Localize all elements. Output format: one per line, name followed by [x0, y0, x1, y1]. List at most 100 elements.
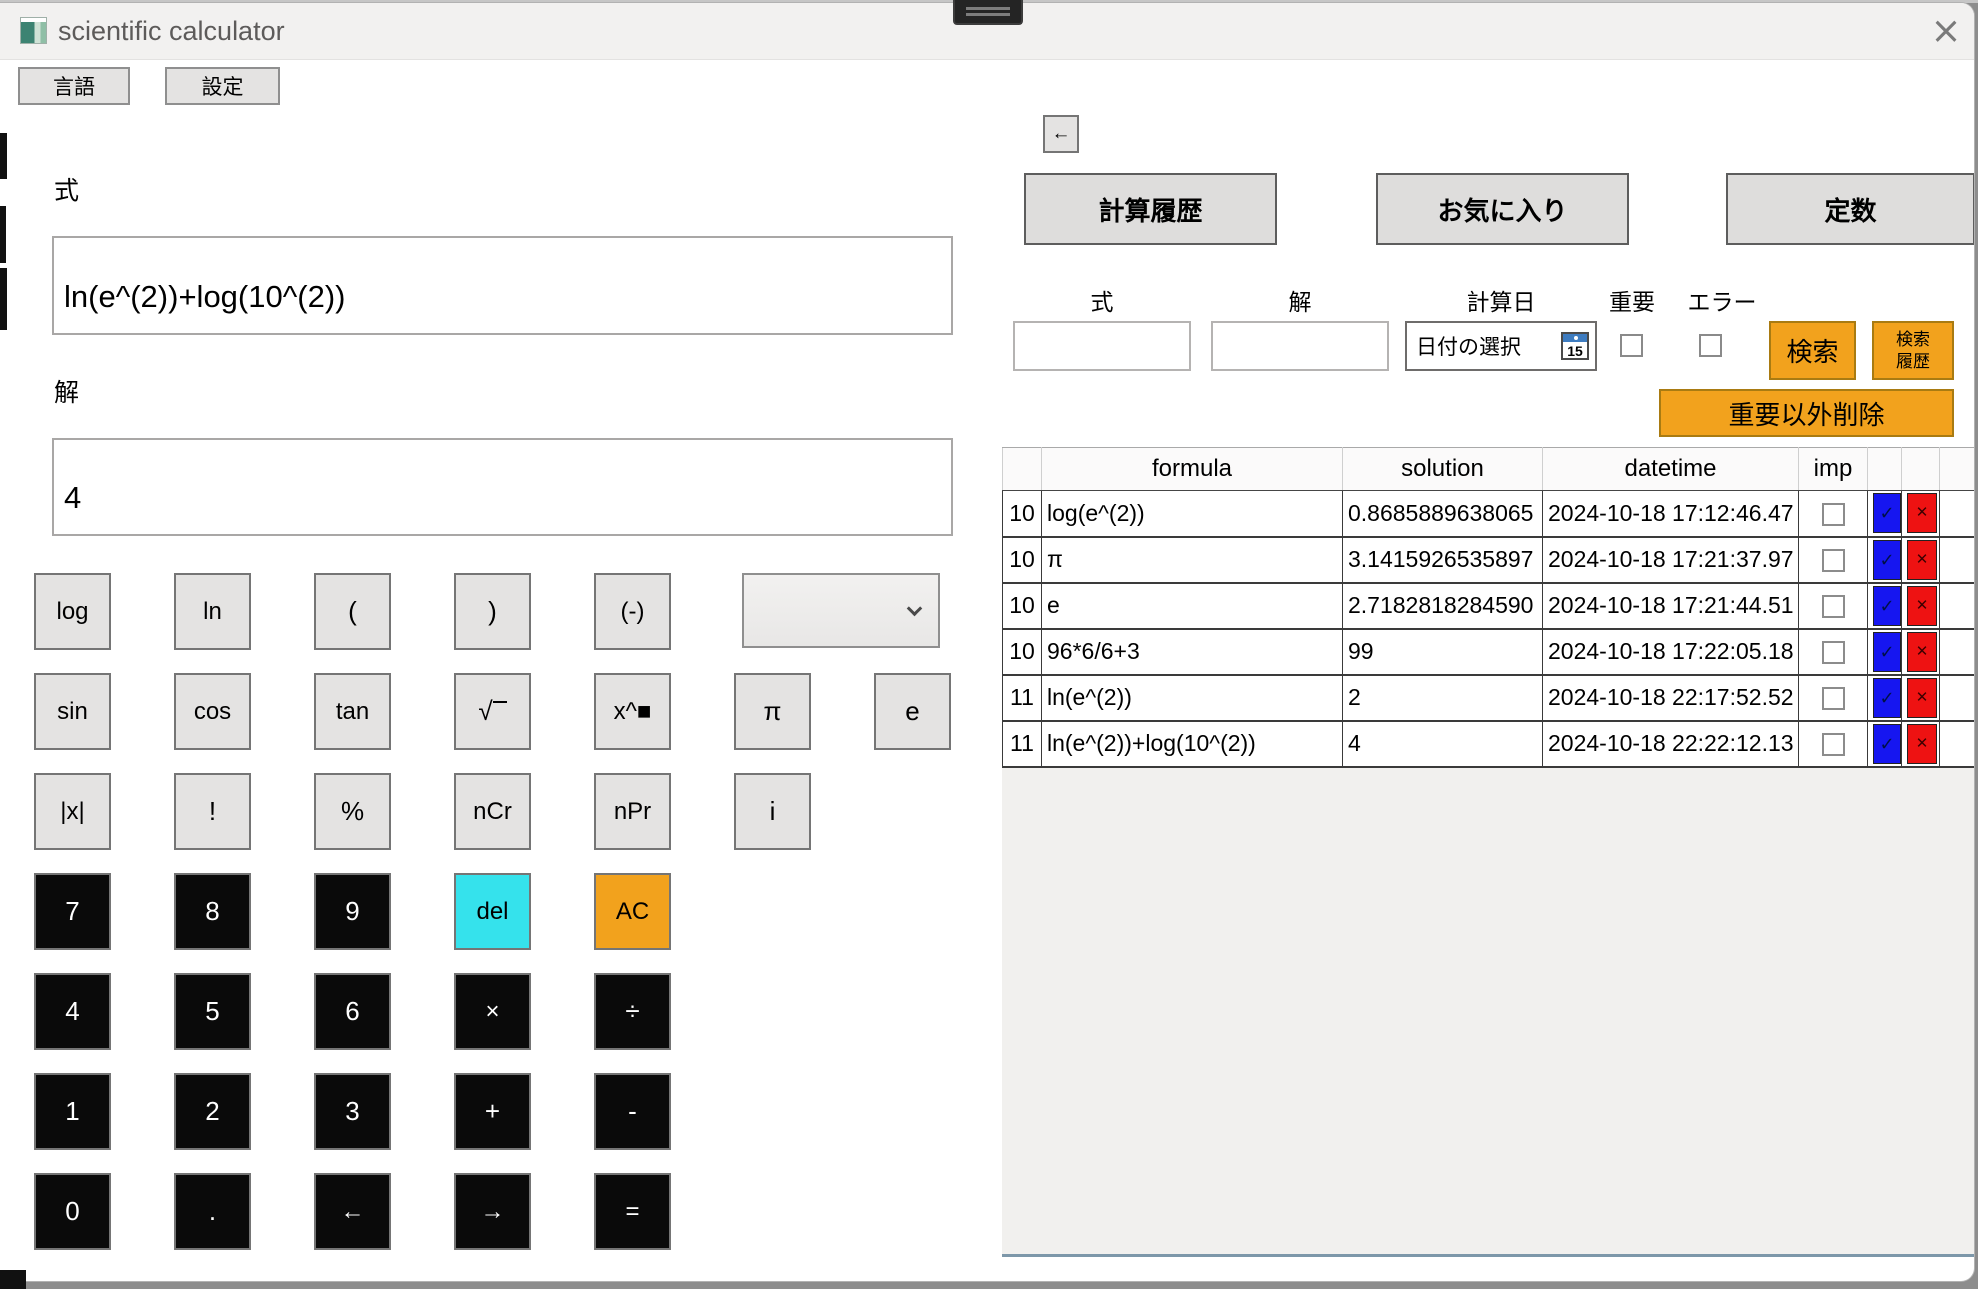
row-important-checkbox[interactable] — [1822, 687, 1845, 710]
key-sqrt[interactable]: √ — [454, 673, 531, 750]
key-9[interactable]: 9 — [314, 873, 391, 950]
date-picker-placeholder: 日付の選択 — [1416, 331, 1521, 361]
row-solution: 0.8685889638065 — [1343, 491, 1543, 537]
settings-button[interactable]: 設定 — [165, 67, 280, 105]
key-divide[interactable]: ÷ — [594, 973, 671, 1050]
row-formula: 96*6/6+3 — [1042, 629, 1343, 675]
row-delete-button[interactable]: ✕ — [1907, 632, 1937, 672]
key-delete[interactable]: del — [454, 873, 531, 950]
key-ncr[interactable]: nCr — [454, 773, 531, 850]
row-confirm-button[interactable]: ✓ — [1873, 724, 1901, 764]
row-important-checkbox[interactable] — [1822, 641, 1845, 664]
row-number: 10 — [1003, 629, 1042, 675]
key-pi[interactable]: π — [734, 673, 811, 750]
key-3[interactable]: 3 — [314, 1073, 391, 1150]
search-formula-label: 式 — [1013, 283, 1191, 317]
window-handle[interactable] — [953, 0, 1023, 25]
search-formula-input[interactable] — [1013, 321, 1191, 371]
key-ln[interactable]: ln — [174, 573, 251, 650]
search-button[interactable]: 検索 — [1769, 321, 1856, 380]
key-npr[interactable]: nPr — [594, 773, 671, 850]
key-sin[interactable]: sin — [34, 673, 111, 750]
error-filter-checkbox[interactable] — [1699, 334, 1722, 357]
favorites-tab-button[interactable]: お気に入り — [1376, 173, 1629, 245]
key-open-paren[interactable]: ( — [314, 573, 391, 650]
calc-history-tab-button[interactable]: 計算履歴 — [1024, 173, 1277, 245]
search-solution-input[interactable] — [1211, 321, 1389, 371]
key-4[interactable]: 4 — [34, 973, 111, 1050]
key-log[interactable]: log — [34, 573, 111, 650]
row-solution: 2 — [1343, 675, 1543, 721]
row-formula: ln(e^(2))+log(10^(2)) — [1042, 721, 1343, 767]
row-delete-button[interactable]: ✕ — [1907, 540, 1937, 580]
key-6[interactable]: 6 — [314, 973, 391, 1050]
row-confirm-button[interactable]: ✓ — [1873, 678, 1901, 718]
row-extra-cell — [1940, 583, 1975, 629]
key-5[interactable]: 5 — [174, 973, 251, 1050]
key-multiply[interactable]: × — [454, 973, 531, 1050]
window-title: scientific calculator — [58, 16, 285, 47]
key-equals[interactable]: = — [594, 1173, 671, 1250]
row-important-checkbox[interactable] — [1822, 733, 1845, 756]
constants-tab-button[interactable]: 定数 — [1726, 173, 1975, 245]
close-icon[interactable]: × — [1922, 7, 1970, 55]
key-power[interactable]: x^■ — [594, 673, 671, 750]
desktop-artifact — [0, 133, 7, 179]
row-important-checkbox[interactable] — [1822, 503, 1845, 526]
row-confirm-button[interactable]: ✓ — [1873, 586, 1901, 626]
key-cursor-left[interactable]: ← — [314, 1173, 391, 1250]
chevron-down-icon — [907, 601, 923, 617]
key-1[interactable]: 1 — [34, 1073, 111, 1150]
important-filter-checkbox[interactable] — [1620, 334, 1643, 357]
back-button[interactable]: ← — [1043, 115, 1079, 153]
row-formula: log(e^(2)) — [1042, 491, 1343, 537]
header-datetime: datetime — [1543, 448, 1799, 491]
formula-label: 式 — [54, 171, 79, 207]
key-factorial[interactable]: ! — [174, 773, 251, 850]
key-tan[interactable]: tan — [314, 673, 391, 750]
search-history-button[interactable]: 検索履歴 — [1872, 321, 1954, 380]
row-confirm-button[interactable]: ✓ — [1873, 493, 1901, 533]
calendar-icon: 15 — [1561, 332, 1589, 360]
key-8[interactable]: 8 — [174, 873, 251, 950]
function-dropdown[interactable] — [742, 573, 940, 648]
header-formula: formula — [1042, 448, 1343, 491]
key-close-paren[interactable]: ) — [454, 573, 531, 650]
formula-input[interactable]: ln(e^(2))+log(10^(2)) — [52, 236, 953, 335]
row-formula: e — [1042, 583, 1343, 629]
row-confirm-button[interactable]: ✓ — [1873, 632, 1901, 672]
table-row: 10 log(e^(2)) 0.8685889638065 2024-10-18… — [1003, 491, 1975, 537]
language-button[interactable]: 言語 — [18, 67, 130, 105]
row-delete-button[interactable]: ✕ — [1907, 493, 1937, 533]
row-delete-button[interactable]: ✕ — [1907, 678, 1937, 718]
key-7[interactable]: 7 — [34, 873, 111, 950]
table-row: 11 ln(e^(2)) 2 2024-10-18 22:17:52.52 ✓ … — [1003, 675, 1975, 721]
key-percent[interactable]: % — [314, 773, 391, 850]
table-row: 10 96*6/6+3 99 2024-10-18 17:22:05.18 ✓ … — [1003, 629, 1975, 675]
key-imaginary[interactable]: i — [734, 773, 811, 850]
key-2[interactable]: 2 — [174, 1073, 251, 1150]
row-datetime: 2024-10-18 17:12:46.47 — [1543, 491, 1799, 537]
key-cos[interactable]: cos — [174, 673, 251, 750]
key-cursor-right[interactable]: → — [454, 1173, 531, 1250]
key-e[interactable]: e — [874, 673, 951, 750]
row-number: 10 — [1003, 491, 1042, 537]
delete-unimportant-button[interactable]: 重要以外削除 — [1659, 389, 1954, 437]
key-0[interactable]: 0 — [34, 1173, 111, 1250]
date-picker[interactable]: 日付の選択 15 — [1405, 321, 1597, 371]
key-plus[interactable]: + — [454, 1073, 531, 1150]
row-important-checkbox[interactable] — [1822, 549, 1845, 572]
row-delete-button[interactable]: ✕ — [1907, 586, 1937, 626]
key-abs[interactable]: |x| — [34, 773, 111, 850]
key-dot[interactable]: . — [174, 1173, 251, 1250]
key-negate[interactable]: (-) — [594, 573, 671, 650]
header-check — [1868, 448, 1902, 491]
table-row: 10 π 3.1415926535897 2024-10-18 17:21:37… — [1003, 537, 1975, 583]
row-confirm-button[interactable]: ✓ — [1873, 540, 1901, 580]
row-important-checkbox[interactable] — [1822, 595, 1845, 618]
row-datetime: 2024-10-18 22:22:12.13 — [1543, 721, 1799, 767]
row-delete-button[interactable]: ✕ — [1907, 724, 1937, 764]
key-minus[interactable]: - — [594, 1073, 671, 1150]
solution-input[interactable]: 4 — [52, 438, 953, 536]
key-all-clear[interactable]: AC — [594, 873, 671, 950]
